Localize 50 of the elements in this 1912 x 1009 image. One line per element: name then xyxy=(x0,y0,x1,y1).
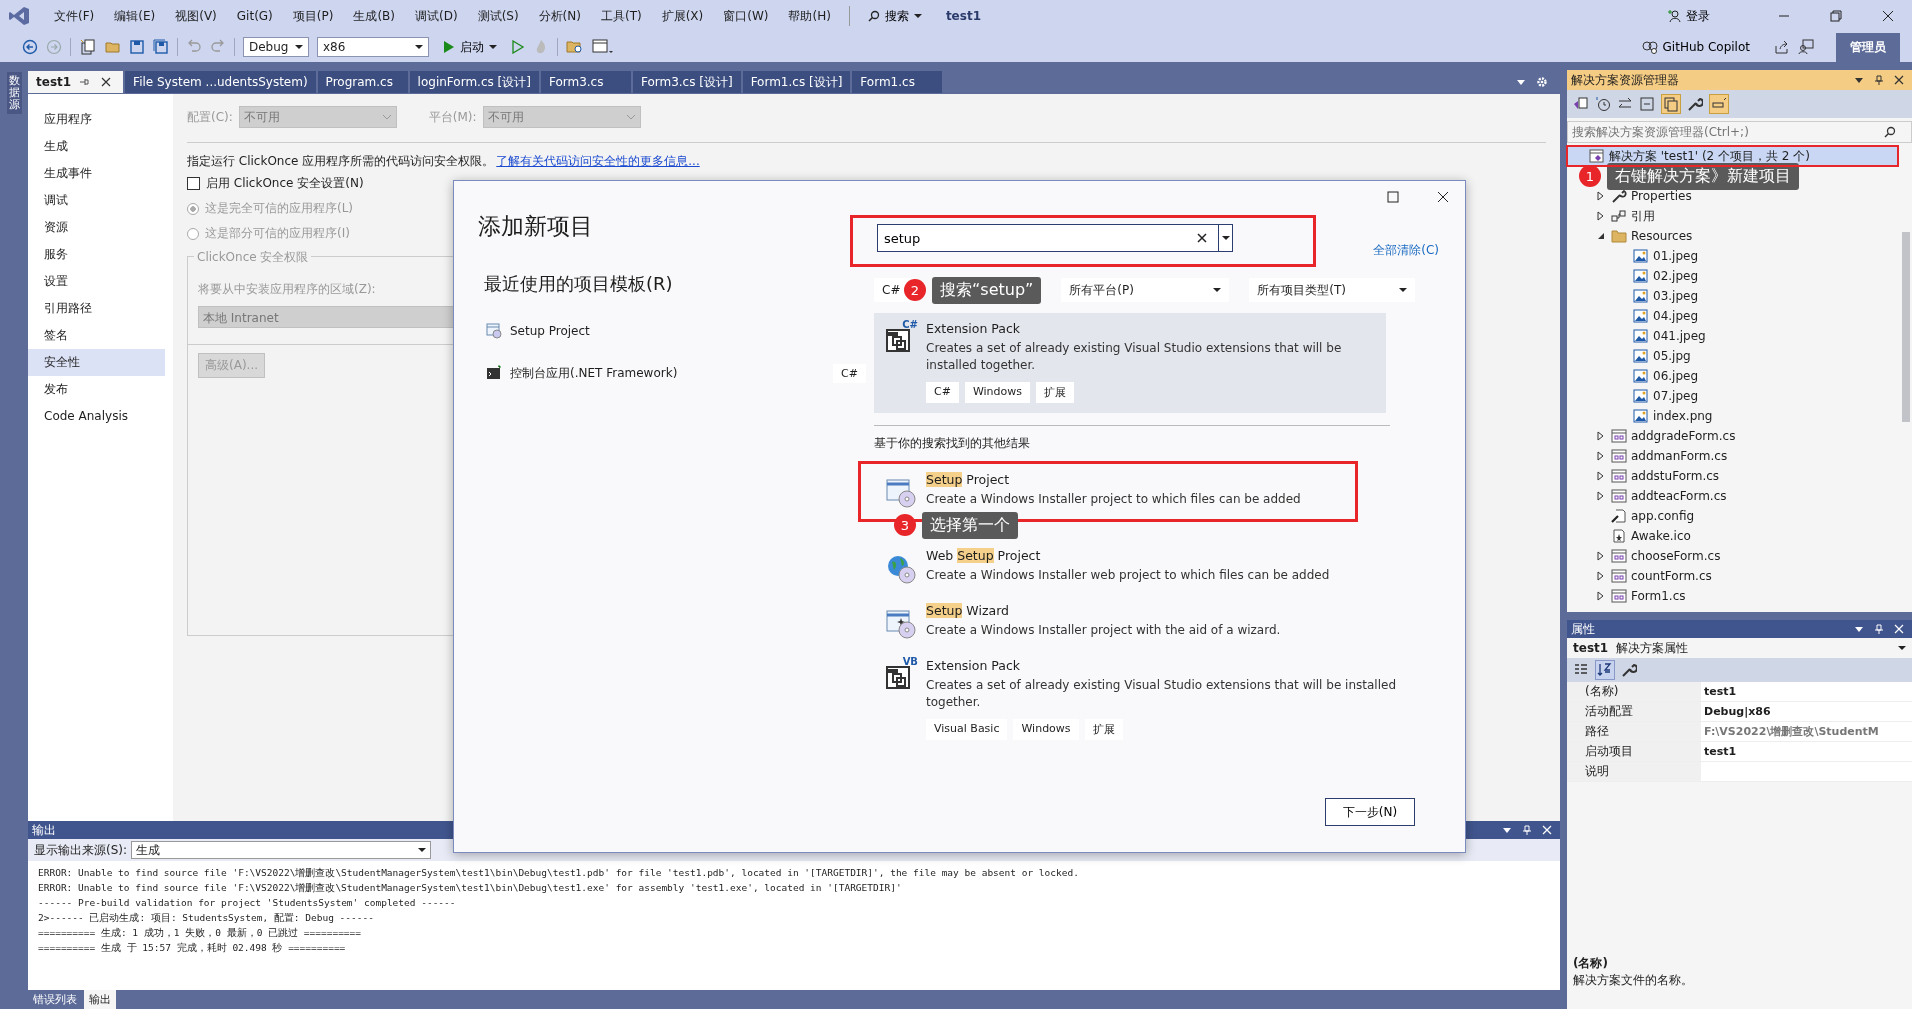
template-description: Creates a set of already existing Visual Studio extensions that will be installed together. xyxy=(926,340,1343,374)
icon-label: C# xyxy=(902,319,918,330)
field-label: 将要从中安装应用程序的区域(Z): xyxy=(198,281,376,298)
group-title: ClickOnce 安全权限 xyxy=(194,249,312,266)
output-line: ========== 生成: 1 成功，1 失败，0 最新，0 已跳过 ========== xyxy=(38,926,363,940)
solution-name: test1 xyxy=(945,9,981,23)
template-description: Create a Windows Installer web project to which files can be added xyxy=(926,567,1331,584)
language-tag: C# xyxy=(833,363,866,383)
output-line: ------ Pre-build validation for project 'StudentsSystem' completed ------ xyxy=(38,896,457,910)
panel-title: 属性 xyxy=(1571,620,1595,638)
output-line: ========== 生成 于 15:57 完成，耗时 02.498 秒 ========== xyxy=(38,941,347,955)
dialog-title: 添加新项目 xyxy=(478,212,594,241)
field-label: 平台(M): xyxy=(428,108,477,126)
section-heading: 基于你的搜索找到的其他结果 xyxy=(874,436,1031,451)
output-line: ERROR: Unable to find source file 'F:\VS2022\增删查改\StudentManagerSystem\test1\bin\Debug\test1.pdb' for file 'test1.pdb', located in '[TARGETDIR]', the file may be absent or locked. xyxy=(38,866,1080,880)
property-name: 活动配置 xyxy=(1567,702,1701,721)
annotation-callout: 搜索“setup” xyxy=(932,276,1042,304)
output-line: ERROR: Unable to find source file 'F:\VS2022\增删查改\StudentManagerSystem\test1\bin\Debug\test1.exe' for assembly 'test1.exe', located in '[TARGETDIR]' xyxy=(38,881,903,895)
template-description: Creates a set of already existing Visual Studio extensions that will be installed together. xyxy=(926,677,1397,711)
step-number-badge: 3 xyxy=(894,514,916,536)
template-title: Extension Pack xyxy=(926,321,1022,336)
annotation-callout: 选择第一个 xyxy=(922,511,1018,539)
property-name: (名称) xyxy=(1567,682,1701,701)
property-name: 说明 xyxy=(1567,762,1701,781)
output-line: 2>------ 已启动生成: 项目: StudentsSystem, 配置: Debug ------ xyxy=(38,911,375,925)
template-tag: Windows xyxy=(1013,719,1079,740)
step-number-badge: 2 xyxy=(904,279,926,301)
template-tag: C# xyxy=(926,382,959,403)
template-description: Create a Windows Installer project to which files can be added xyxy=(926,491,1302,508)
description-text: 指定运行 ClickOnce 应用程序所需的代码访问安全权限。 xyxy=(187,152,495,170)
template-title: Web Setup Project xyxy=(926,548,1042,563)
template-title: Setup Project xyxy=(926,472,1011,487)
template-title: Setup Wizard xyxy=(926,603,1010,618)
property-name: 路径 xyxy=(1567,722,1701,741)
template-tag: 扩展 xyxy=(1084,719,1123,740)
panel-title: 输出 xyxy=(32,821,56,839)
field-label: 配置(C): xyxy=(187,108,233,126)
step-number-badge: 1 xyxy=(1579,165,1601,187)
field-label: 显示输出来源(S): xyxy=(34,841,128,859)
help-title: (名称) xyxy=(1573,955,1609,972)
template-tag: Visual Basic xyxy=(926,719,1008,740)
section-heading: 最近使用的项目模板(R) xyxy=(484,272,674,296)
template-title: Extension Pack xyxy=(926,658,1022,673)
icon-label: VB xyxy=(902,656,918,667)
help-text: 解决方案文件的名称。 xyxy=(1573,972,1694,989)
template-tag: 扩展 xyxy=(1036,382,1074,403)
property-name: 启动项目 xyxy=(1567,742,1701,761)
template-tag: Windows xyxy=(964,382,1030,403)
template-description: Create a Windows Installer project with the aid of a wizard. xyxy=(926,622,1282,639)
panel-title: 解决方案资源管理器 xyxy=(1571,71,1679,89)
